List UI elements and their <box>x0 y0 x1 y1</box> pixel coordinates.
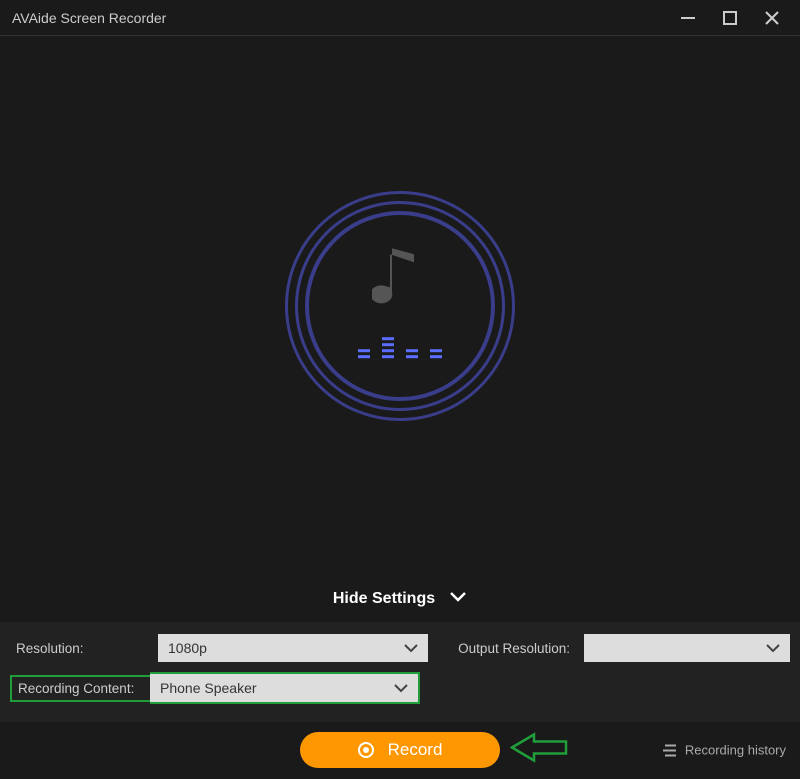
settings-row-resolution: Resolution: 1080p Output Resolution: <box>10 634 790 662</box>
main-content <box>0 36 800 576</box>
arrow-annotation <box>510 731 570 770</box>
resolution-label: Resolution: <box>10 637 150 660</box>
equalizer-icon <box>358 334 442 358</box>
maximize-button[interactable] <box>714 4 746 32</box>
minimize-icon <box>680 10 696 26</box>
close-button[interactable] <box>756 4 788 32</box>
recording-content-label: Recording Content: <box>10 675 150 702</box>
maximize-icon <box>723 11 737 25</box>
hide-settings-toggle[interactable]: Hide Settings <box>0 576 800 622</box>
settings-row-recording-content: Recording Content: Phone Speaker <box>10 672 790 704</box>
recording-content-value: Phone Speaker <box>160 680 257 696</box>
minimize-button[interactable] <box>672 4 704 32</box>
list-icon <box>661 743 677 757</box>
chevron-down-icon <box>394 684 408 693</box>
app-title: AVAide Screen Recorder <box>12 10 166 26</box>
chevron-down-icon <box>449 590 467 608</box>
chevron-down-icon <box>404 644 418 653</box>
audio-visualizer <box>285 191 515 421</box>
resolution-value: 1080p <box>168 640 207 656</box>
record-label: Record <box>388 740 443 760</box>
hide-settings-label: Hide Settings <box>333 590 435 608</box>
record-icon <box>358 742 374 758</box>
close-icon <box>764 10 780 26</box>
chevron-down-icon <box>766 644 780 653</box>
output-resolution-select[interactable] <box>584 634 790 662</box>
titlebar: AVAide Screen Recorder <box>0 0 800 36</box>
arrow-left-icon <box>510 731 570 765</box>
recording-history-button[interactable]: Recording history <box>661 743 786 758</box>
window-controls <box>672 4 788 32</box>
output-resolution-label: Output Resolution: <box>436 637 576 660</box>
music-note-icon <box>372 242 428 314</box>
recording-content-select[interactable]: Phone Speaker <box>150 674 418 702</box>
footer: Record Recording history <box>0 722 800 778</box>
record-button[interactable]: Record <box>300 732 500 768</box>
visualizer-center <box>358 242 442 358</box>
recording-history-label: Recording history <box>685 743 786 758</box>
settings-panel: Resolution: 1080p Output Resolution: Rec… <box>0 622 800 722</box>
resolution-select[interactable]: 1080p <box>158 634 428 662</box>
